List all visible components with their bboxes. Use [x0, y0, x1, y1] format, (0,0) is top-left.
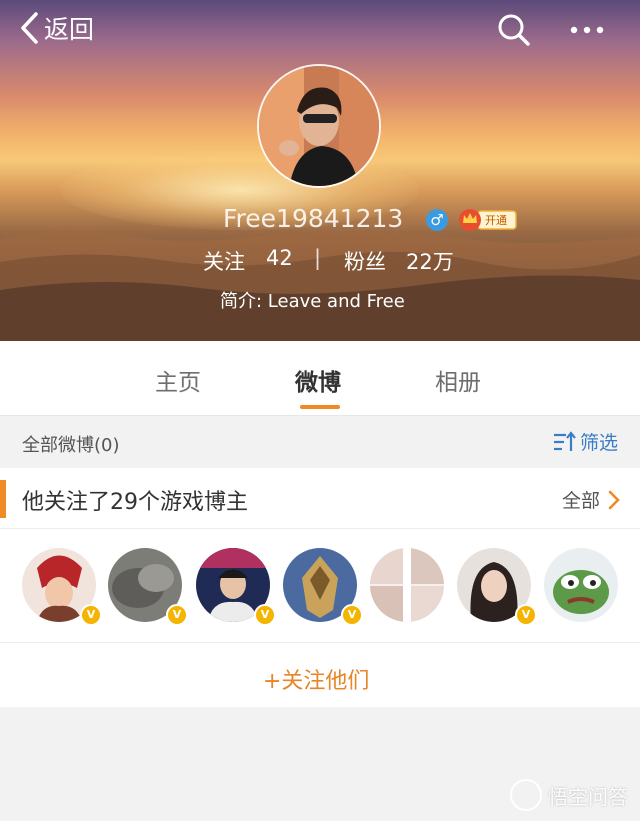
avatar-image — [544, 548, 618, 622]
more-icon[interactable] — [566, 12, 610, 48]
following-count[interactable]: 42 — [266, 246, 293, 270]
avatar-image — [370, 548, 444, 622]
wukong-logo-icon — [510, 779, 542, 811]
chevron-right-icon — [608, 490, 620, 509]
chevron-left-icon — [21, 12, 38, 44]
vip-open-label[interactable]: 开通 — [485, 212, 507, 228]
watermark: 悟空问答 — [510, 779, 628, 811]
profile-tabs: 主页 微博 相册 — [0, 341, 640, 416]
name-row: Free19841213 ♂ 开通 — [0, 204, 640, 238]
follow-them-button[interactable]: +关注他们 — [263, 663, 369, 695]
following-label[interactable]: 关注 — [203, 246, 245, 276]
back-button[interactable]: 返回 — [18, 10, 94, 46]
tab-weibo[interactable]: 微博 — [295, 363, 341, 397]
card-title: 他关注了29个游戏博主 — [22, 490, 248, 515]
profile-avatar[interactable] — [257, 64, 381, 188]
active-tab-indicator — [300, 405, 340, 409]
followers-count[interactable]: 22万 — [406, 246, 454, 276]
profile-header: 返回 Free19841213 ♂ 开通 关注 42 | 粉丝 22万 简介: … — [0, 0, 640, 341]
see-all-button[interactable]: 全部 — [562, 486, 620, 513]
filter-button[interactable]: 筛选 — [552, 428, 618, 455]
avatar-image — [259, 66, 379, 186]
filter-icon — [553, 430, 576, 451]
search-icon[interactable] — [496, 12, 532, 48]
stats-divider: | — [314, 246, 322, 270]
card-header: 他关注了29个游戏博主 全部 — [0, 468, 640, 529]
tab-home[interactable]: 主页 — [155, 363, 201, 397]
followed-avatar[interactable] — [544, 548, 618, 622]
followed-avatar[interactable] — [370, 548, 444, 622]
verified-badge: V — [254, 604, 276, 626]
followed-game-bloggers-card: 他关注了29个游戏博主 全部 V V V V V +关注他们 — [0, 468, 640, 707]
watermark-text: 悟空问答 — [548, 784, 628, 809]
all-weibo-count: 全部微博(0) — [22, 435, 120, 456]
card-accent-bar — [0, 480, 6, 518]
username: Free19841213 — [223, 204, 404, 233]
back-label: 返回 — [44, 15, 95, 44]
male-icon: ♂ — [426, 209, 448, 231]
follow-stats: 关注 42 | 粉丝 22万 — [0, 246, 640, 280]
profile-bio: 简介: Leave and Free — [220, 291, 405, 312]
followed-avatars-row: V V V V V — [0, 548, 640, 628]
top-nav: 返回 — [0, 0, 640, 60]
filter-label: 筛选 — [579, 432, 618, 454]
verified-badge: V — [515, 604, 537, 626]
verified-badge: V — [341, 604, 363, 626]
see-all-label: 全部 — [561, 490, 600, 512]
verified-badge: V — [80, 604, 102, 626]
tab-album[interactable]: 相册 — [435, 363, 481, 397]
follow-all-row: +关注他们 — [0, 642, 640, 708]
followers-label[interactable]: 粉丝 — [344, 246, 386, 276]
verified-badge: V — [166, 604, 188, 626]
filter-bar: 全部微博(0) 筛选 — [0, 416, 640, 468]
